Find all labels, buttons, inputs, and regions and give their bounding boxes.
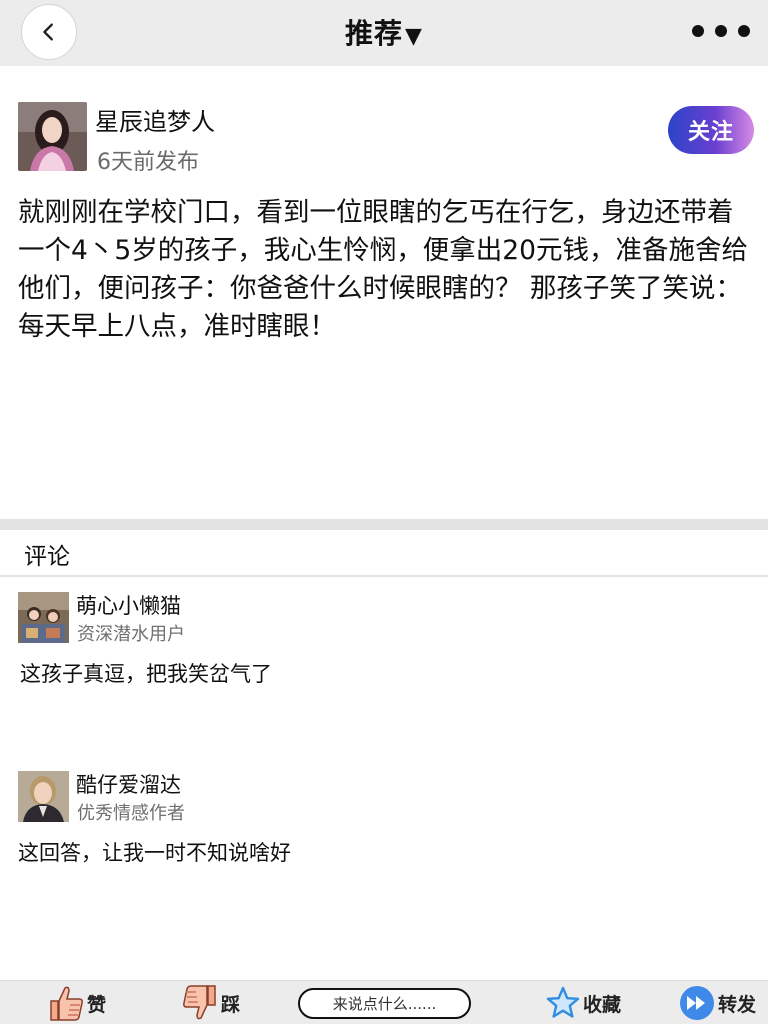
bottom-toolbar: 赞 踩 来说点什么...... 收藏 转发 <box>0 980 768 1024</box>
comment-text: 这孩子真逗，把我笑岔气了 <box>20 662 272 686</box>
follow-button[interactable]: 关注 <box>668 106 754 154</box>
like-label: 赞 <box>87 993 107 1016</box>
commenter-avatar[interactable] <box>18 771 69 822</box>
comments-heading: 评论 <box>24 544 70 570</box>
star-icon <box>546 986 580 1018</box>
author-name[interactable]: 星辰追梦人 <box>95 102 215 137</box>
author-avatar[interactable] <box>18 102 87 171</box>
comments-divider <box>0 575 768 577</box>
more-dots-icon <box>692 25 704 37</box>
comment-input[interactable]: 来说点什么...... <box>298 988 471 1019</box>
feed-selector[interactable]: 推荐▼ <box>0 12 768 52</box>
thumbs-up-icon <box>50 986 83 1021</box>
favorite-button[interactable]: 收藏 <box>546 981 621 1025</box>
post-content: 就刚刚在学校门口，看到一位眼瞎的乞丐在行乞，身边还带着一个4丶5岁的孩子，我心生… <box>18 197 748 342</box>
commenter-name[interactable]: 酷仔爱溜达 <box>76 769 181 799</box>
more-dots-icon <box>738 25 750 37</box>
thumbs-down-icon <box>183 985 216 1020</box>
commenter-avatar[interactable] <box>18 592 69 643</box>
dislike-button[interactable]: 踩 <box>182 981 240 1025</box>
comment-text: 这回答，让我一时不知说啥好 <box>18 841 291 865</box>
section-divider <box>0 519 768 530</box>
post-time: 6天前发布 <box>97 150 199 175</box>
share-button[interactable]: 转发 <box>679 981 756 1025</box>
fast-forward-icon <box>680 986 714 1020</box>
commenter-title: 资深潜水用户 <box>77 624 185 645</box>
dislike-label: 踩 <box>221 993 241 1016</box>
more-options-button[interactable] <box>688 18 754 44</box>
page-title: 推荐 <box>345 17 404 50</box>
commenter-name[interactable]: 萌心小懒猫 <box>76 590 181 620</box>
favorite-label: 收藏 <box>583 993 622 1016</box>
top-nav-bar: 推荐▼ <box>0 0 768 66</box>
commenter-title: 优秀情感作者 <box>77 803 185 824</box>
like-button[interactable]: 赞 <box>48 981 106 1025</box>
dropdown-caret-icon: ▼ <box>405 24 423 49</box>
more-dots-icon <box>715 25 727 37</box>
post-author: 星辰追梦人 6天前发布 关注 <box>18 102 754 175</box>
share-label: 转发 <box>718 993 757 1016</box>
